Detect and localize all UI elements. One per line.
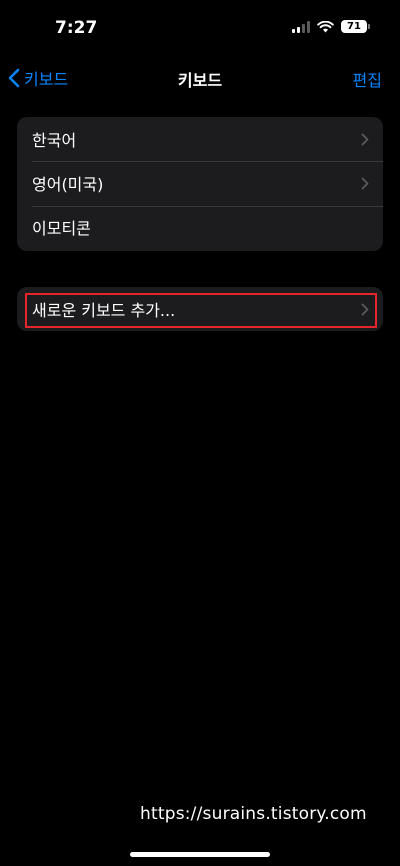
add-new-keyboard-button[interactable]: 새로운 키보드 추가...: [17, 287, 383, 331]
status-bar: 7:27 71: [0, 0, 400, 58]
watermark-url: https://surains.tistory.com: [140, 804, 367, 824]
cellular-signal-icon: [292, 20, 310, 33]
keyboard-item-label: 한국어: [32, 131, 77, 150]
chevron-right-icon: [361, 303, 369, 316]
keyboard-item-label: 영어(미국): [32, 175, 104, 194]
add-keyboard-group: 새로운 키보드 추가...: [17, 287, 383, 331]
keyboard-item-emoji[interactable]: 이모티콘: [17, 205, 383, 249]
home-indicator[interactable]: [130, 852, 270, 857]
edit-button[interactable]: 편집: [353, 67, 382, 91]
chevron-right-icon: [361, 177, 369, 190]
navigation-bar: 키보드 키보드 편집: [0, 58, 400, 96]
status-icons: 71: [292, 20, 370, 33]
keyboard-item-label: 이모티콘: [32, 219, 91, 238]
keyboard-item-english-us[interactable]: 영어(미국): [17, 161, 383, 205]
battery-level: 71: [341, 20, 367, 33]
page-title: 키보드: [177, 71, 223, 90]
add-keyboard-label: 새로운 키보드 추가...: [32, 301, 176, 320]
keyboard-item-korean[interactable]: 한국어: [17, 117, 383, 161]
wifi-icon: [317, 20, 334, 32]
status-time: 7:27: [55, 18, 98, 38]
chevron-right-icon: [361, 133, 369, 146]
keyboard-list: 한국어 영어(미국) 이모티콘: [17, 117, 383, 251]
battery-icon: 71: [341, 20, 370, 33]
